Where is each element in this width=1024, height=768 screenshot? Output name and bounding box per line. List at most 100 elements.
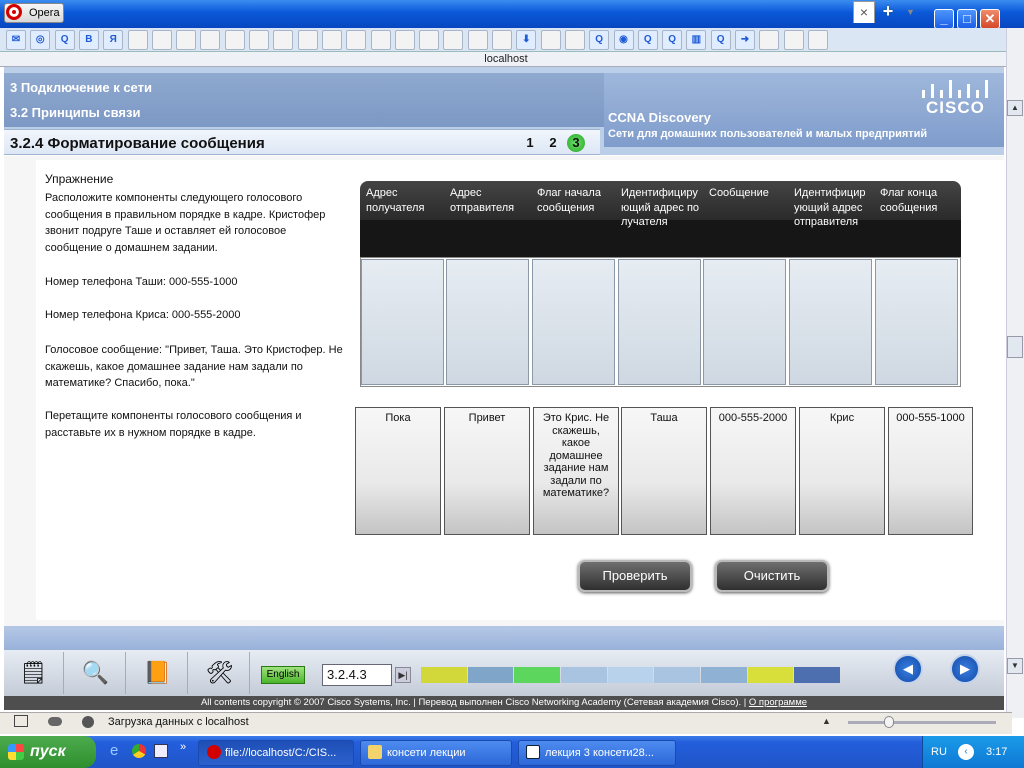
browser-tab[interactable]: ⬇ xyxy=(516,30,537,50)
browser-tab[interactable]: ◎ xyxy=(30,30,51,50)
ie-icon[interactable]: e xyxy=(110,743,126,759)
address-bar[interactable]: localhost xyxy=(0,52,1012,67)
search-icon[interactable]: 🔍 xyxy=(66,652,126,694)
zoom-up-icon[interactable]: ▲ xyxy=(822,716,831,726)
browser-tab[interactable] xyxy=(759,30,780,50)
progress-segment[interactable] xyxy=(794,667,840,683)
progress-segment[interactable] xyxy=(514,667,560,683)
progress-segment[interactable] xyxy=(607,667,654,683)
cloud-icon[interactable] xyxy=(48,717,62,726)
browser-tab[interactable]: Q xyxy=(54,30,75,50)
page-3-button[interactable]: 3 xyxy=(567,134,585,152)
draggable-card[interactable]: Привет xyxy=(444,407,530,535)
scroll-thumb[interactable] xyxy=(1007,336,1023,358)
tools-icon[interactable]: 🛠 xyxy=(190,652,250,694)
browser-tab[interactable]: ➜ xyxy=(735,30,755,50)
drop-slot[interactable] xyxy=(789,259,872,385)
notes-icon[interactable]: 🗒 xyxy=(4,652,64,694)
scroll-up-arrow-icon[interactable]: ▲ xyxy=(1007,100,1023,116)
progress-segment[interactable] xyxy=(747,667,794,683)
clear-button[interactable]: Очистить xyxy=(715,560,829,592)
progress-segment[interactable] xyxy=(467,667,514,683)
browser-tab[interactable] xyxy=(151,30,172,50)
draggable-card[interactable]: Пока xyxy=(355,407,441,535)
taskbar-item-folder[interactable]: консети лекции xyxy=(360,740,512,766)
browser-tab[interactable] xyxy=(224,30,245,50)
page-2-button[interactable]: 2 xyxy=(544,134,562,152)
drop-slot[interactable] xyxy=(361,259,444,385)
browser-tab[interactable] xyxy=(492,30,512,50)
draggable-card[interactable]: 000-555-1000 xyxy=(888,407,973,535)
language-button[interactable]: English xyxy=(261,666,305,684)
browser-tab[interactable] xyxy=(346,30,367,50)
browser-tab[interactable]: ▥ xyxy=(686,30,707,50)
taskbar-item-browser[interactable]: file://localhost/C:/CIS... xyxy=(198,740,354,766)
book-icon[interactable]: 📙 xyxy=(128,652,188,694)
go-icon[interactable]: ▶| xyxy=(395,667,411,683)
browser-tab[interactable] xyxy=(564,30,585,50)
browser-tab[interactable]: Я xyxy=(103,30,124,50)
check-button[interactable]: Проверить xyxy=(578,560,692,592)
close-window-button[interactable]: ✕ xyxy=(980,9,1000,29)
browser-tab[interactable] xyxy=(783,30,804,50)
browser-tab[interactable] xyxy=(321,30,342,50)
browser-tab[interactable] xyxy=(200,30,221,50)
maximize-button[interactable]: □ xyxy=(957,9,977,29)
zoom-slider-knob[interactable] xyxy=(884,716,894,728)
browser-tab[interactable] xyxy=(419,30,440,50)
browser-tab[interactable] xyxy=(127,30,148,50)
previous-page-icon[interactable]: ◀ xyxy=(893,654,923,684)
browser-tab[interactable] xyxy=(443,30,464,50)
drop-slot[interactable] xyxy=(618,259,701,385)
language-indicator[interactable]: RU xyxy=(931,746,947,758)
drop-slot[interactable] xyxy=(532,259,615,385)
page-number-field[interactable]: 3.2.4.3 xyxy=(322,664,392,686)
browser-tab[interactable] xyxy=(273,30,294,50)
draggable-card[interactable]: 000-555-2000 xyxy=(710,407,796,535)
browser-tab[interactable] xyxy=(394,30,415,50)
progress-segment[interactable] xyxy=(654,667,700,683)
browser-tab[interactable] xyxy=(249,30,269,50)
browser-tab[interactable] xyxy=(297,30,318,50)
subsection-title: 3.2 Принципы связи xyxy=(10,105,141,120)
progress-segment[interactable] xyxy=(561,667,607,683)
browser-tab[interactable]: ✉ xyxy=(6,30,26,50)
browser-tab[interactable] xyxy=(540,30,561,50)
zoom-slider[interactable] xyxy=(848,721,996,724)
next-page-icon[interactable]: ▶ xyxy=(950,654,980,684)
browser-tab[interactable]: Q xyxy=(589,30,610,50)
browser-tab[interactable]: B xyxy=(78,30,99,50)
drop-slot[interactable] xyxy=(446,259,529,385)
minimize-button[interactable]: _ xyxy=(934,9,954,29)
browser-tab[interactable] xyxy=(807,30,828,50)
draggable-card[interactable]: Это Крис. Не скажешь, какое домашнее зад… xyxy=(533,407,619,535)
browser-tab[interactable] xyxy=(176,30,197,50)
browser-tab[interactable]: Q xyxy=(637,30,658,50)
browser-tab[interactable]: Q xyxy=(710,30,731,50)
close-tab-icon[interactable]: × xyxy=(853,1,875,23)
tab-menu-chevron-icon[interactable]: ▼ xyxy=(906,4,920,20)
browser-tab[interactable] xyxy=(467,30,488,50)
browser-tab[interactable]: Q xyxy=(662,30,683,50)
scroll-down-arrow-icon[interactable]: ▼ xyxy=(1007,658,1023,674)
quicklaunch-chevron-icon[interactable]: » xyxy=(180,741,186,753)
panel-toggle-icon[interactable] xyxy=(14,715,28,727)
about-link[interactable]: О программе xyxy=(749,697,807,708)
taskbar-item-word[interactable]: лекция 3 консети28... xyxy=(518,740,676,766)
vertical-scrollbar[interactable] xyxy=(1006,28,1024,718)
browser-tab[interactable]: ◉ xyxy=(613,30,634,50)
speed-dial-icon[interactable] xyxy=(82,716,94,728)
new-tab-button[interactable]: + xyxy=(878,2,898,22)
media-icon[interactable] xyxy=(154,744,168,758)
page-1-button[interactable]: 1 xyxy=(521,134,539,152)
tray-toggle-icon[interactable]: ‹ xyxy=(958,744,974,760)
chrome-icon[interactable] xyxy=(132,744,146,758)
drop-slot[interactable] xyxy=(703,259,786,385)
course-subtitle: Сети для домашних пользователей и малых … xyxy=(608,128,928,140)
draggable-card[interactable]: Таша xyxy=(621,407,707,535)
progress-segment[interactable] xyxy=(701,667,747,683)
drop-slot[interactable] xyxy=(875,259,958,385)
draggable-card[interactable]: Крис xyxy=(799,407,885,535)
browser-tab[interactable] xyxy=(370,30,391,50)
progress-segment[interactable] xyxy=(421,667,467,683)
